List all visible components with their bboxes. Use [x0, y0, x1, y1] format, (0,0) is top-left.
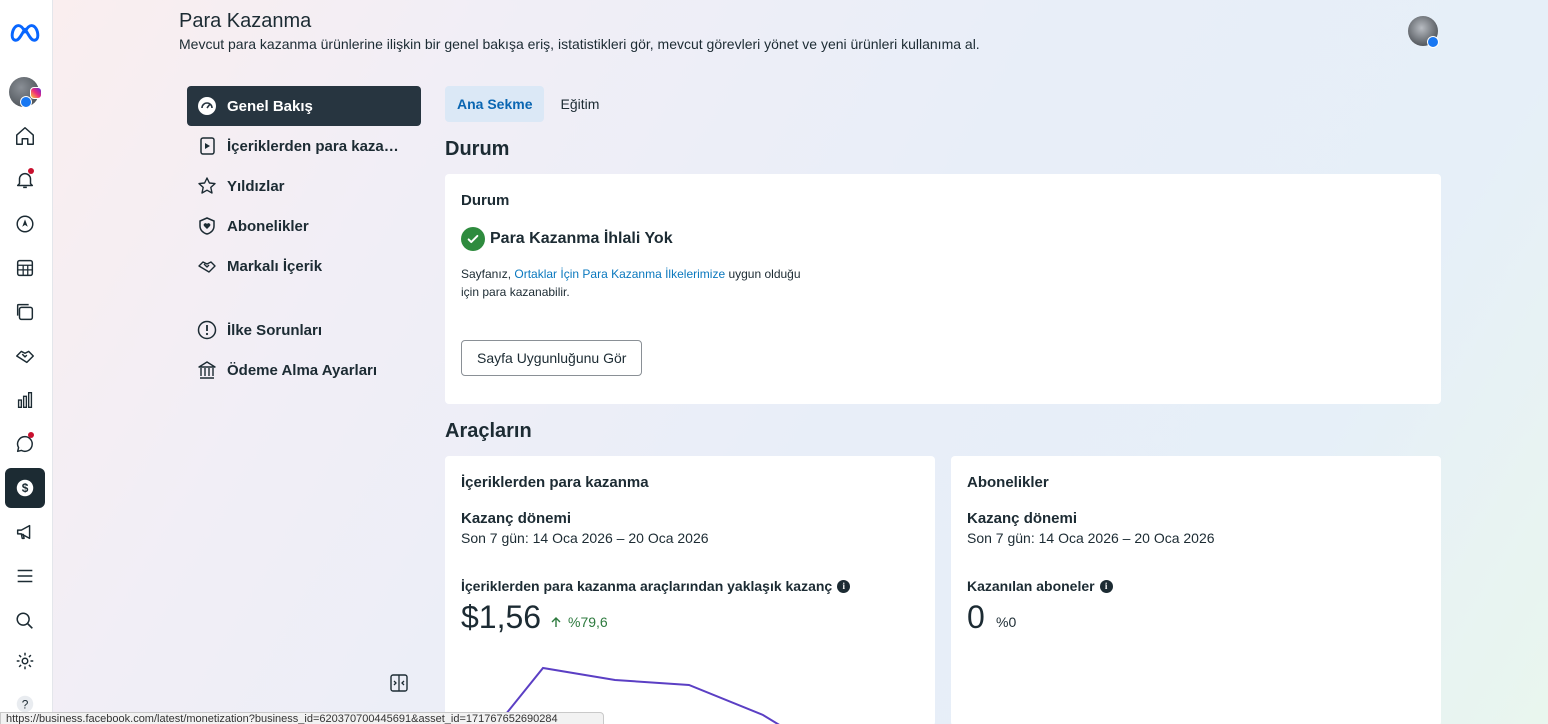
nav-item-policy-issues[interactable]: İlke Sorunları — [187, 310, 421, 350]
page-title: Para Kazanma — [179, 10, 312, 32]
nav-item-subscriptions[interactable]: Abonelikler — [187, 206, 421, 246]
nav-item-stars[interactable]: Yıldızlar — [187, 166, 421, 206]
period-label: Kazanç dönemi — [967, 510, 1078, 527]
delta-text: %0 — [996, 614, 1017, 630]
content-icon[interactable] — [5, 292, 45, 332]
chat-icon[interactable] — [5, 424, 45, 464]
nav-label: Markalı İçerik — [227, 257, 323, 275]
dashboard-icon — [198, 97, 216, 115]
nav-label: Abonelikler — [227, 217, 309, 235]
metric-label: İçeriklerden para kazanma araçlarından y… — [461, 578, 851, 594]
info-icon[interactable]: i — [837, 579, 851, 593]
bar-chart-icon[interactable] — [5, 380, 45, 420]
notification-dot — [28, 168, 34, 174]
collapse-sidebar-icon[interactable] — [389, 673, 409, 693]
megaphone-icon[interactable] — [5, 512, 45, 552]
gear-icon[interactable] — [5, 641, 45, 681]
metric-label: Kazanılan aboneler i — [967, 578, 1113, 594]
status-row: Para Kazanma İhlali Yok — [461, 227, 673, 251]
period-range: Son 7 gün: 14 Oca 2026 – 20 Oca 2026 — [967, 530, 1215, 546]
nav-label: Genel Bakış — [227, 97, 313, 115]
status-description: Sayfanız, Ortaklar İçin Para Kazanma İlk… — [461, 265, 811, 301]
content-monetization-card[interactable]: İçeriklerden para kazanma Kazanç dönemi … — [445, 456, 935, 724]
desc-text: Sayfanız, — [461, 267, 515, 281]
badge-heart-icon — [199, 217, 215, 235]
nav-label: İlke Sorunları — [227, 321, 323, 339]
nav-label: Yıldızlar — [227, 177, 285, 195]
handshake-icon[interactable] — [5, 336, 45, 376]
notification-dot — [28, 432, 34, 438]
tab-home[interactable]: Ana Sekme — [445, 86, 545, 122]
svg-text:?: ? — [22, 698, 29, 712]
metric-label-text: İçeriklerden para kazanma araçlarından y… — [461, 578, 833, 594]
subscribers-value: 0 — [967, 599, 985, 635]
status-section-heading: Durum — [445, 138, 510, 160]
nav-item-branded-content[interactable]: Markalı İçerik — [187, 246, 421, 286]
handshake-icon — [198, 261, 216, 273]
status-card: Durum Para Kazanma İhlali Yok Sayfanız, … — [445, 174, 1441, 404]
nav-label: Ödeme Alma Ayarları — [227, 361, 378, 379]
info-icon[interactable]: i — [1099, 579, 1113, 593]
nav-item-overview[interactable]: Genel Bakış — [187, 86, 421, 126]
subscribers-delta: %0 — [996, 614, 1016, 630]
tools-section-heading: Araçların — [445, 420, 532, 442]
menu-icon[interactable] — [5, 556, 45, 596]
arrow-up-icon — [551, 617, 561, 627]
tab-education[interactable]: Eğitim — [548, 86, 611, 122]
page-subtitle: Mevcut para kazanma ürünlerine ilişkin b… — [179, 36, 980, 52]
video-icon — [200, 137, 215, 155]
star-icon — [198, 177, 216, 194]
dollar-icon[interactable]: $ — [5, 468, 45, 508]
alert-circle-icon — [197, 320, 217, 340]
view-page-eligibility-button[interactable]: Sayfa Uygunluğunu Gör — [461, 340, 643, 376]
metric-label-text: Kazanılan aboneler — [967, 578, 1095, 594]
nav-label: İçeriklerden para kazanma — [227, 137, 403, 155]
subscriptions-card[interactable]: Abonelikler Kazanç dönemi Son 7 gün: 14 … — [951, 456, 1441, 724]
browser-status-bar: https://business.facebook.com/latest/mon… — [0, 712, 604, 724]
table-icon[interactable] — [5, 248, 45, 288]
check-circle-icon — [461, 227, 485, 251]
facebook-badge-icon — [1427, 36, 1439, 48]
delta-text: %79,6 — [568, 614, 608, 630]
earnings-delta: %79,6 — [550, 614, 608, 630]
svg-text:$: $ — [22, 481, 29, 495]
period-range: Son 7 gün: 14 Oca 2026 – 20 Oca 2026 — [461, 530, 709, 546]
status-text: Para Kazanma İhlali Yok — [490, 230, 673, 247]
card-title: Abonelikler — [967, 474, 1049, 491]
nav-item-payout-settings[interactable]: Ödeme Alma Ayarları — [187, 350, 421, 390]
period-label: Kazanç dönemi — [461, 510, 572, 527]
policy-link[interactable]: Ortaklar İçin Para Kazanma İlkelerimize — [514, 267, 725, 281]
search-icon[interactable] — [5, 601, 45, 641]
status-card-title: Durum — [461, 192, 510, 209]
home-icon[interactable] — [5, 116, 45, 156]
bank-icon — [198, 361, 216, 379]
tab-bar: Ana Sekme Eğitim — [445, 86, 615, 122]
card-title: İçeriklerden para kazanma — [461, 474, 649, 491]
instagram-badge-icon — [30, 87, 42, 99]
compass-icon[interactable] — [5, 204, 45, 244]
left-rail: $ ? — [0, 0, 53, 724]
bell-icon[interactable] — [5, 160, 45, 200]
nav-item-content-monetization[interactable]: İçeriklerden para kazanma — [187, 126, 421, 166]
earnings-value: $1,56 — [461, 599, 542, 635]
meta-logo-icon[interactable] — [5, 12, 45, 52]
monetization-sidenav: Genel Bakış İçeriklerden para kazanma Yı… — [187, 86, 421, 390]
